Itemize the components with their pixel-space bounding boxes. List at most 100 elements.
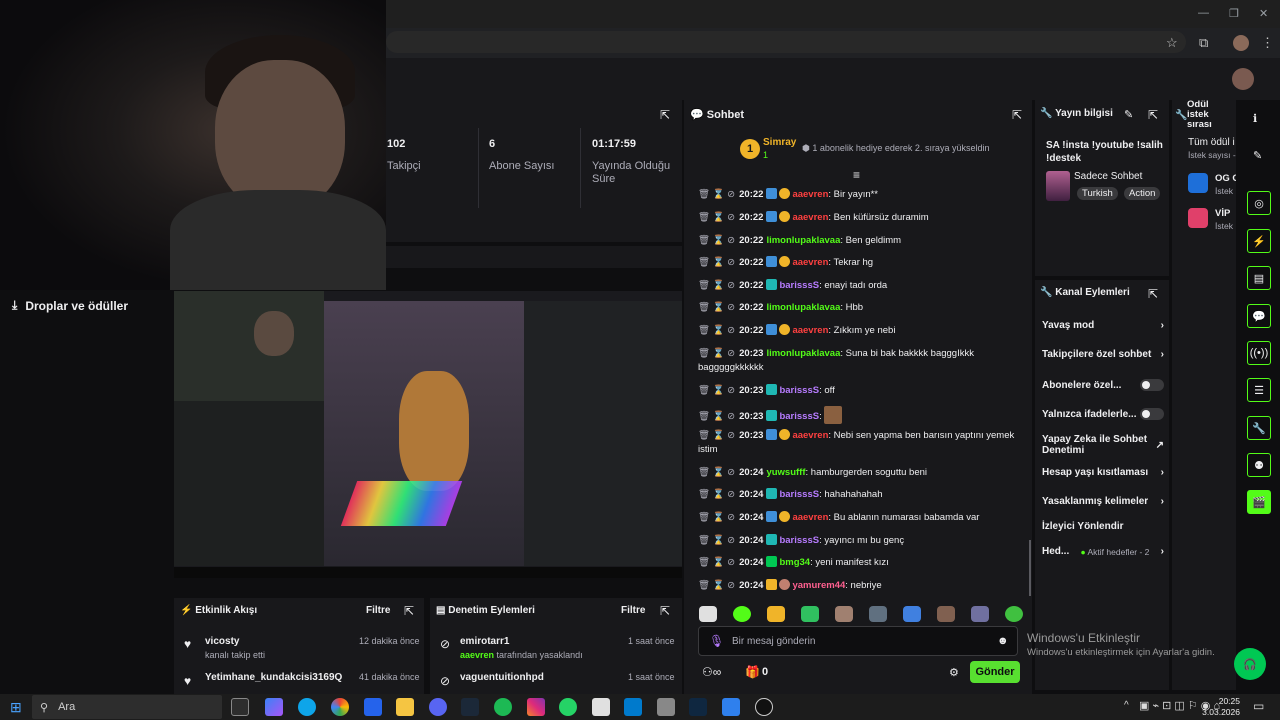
event-user[interactable]: vicosty (205, 636, 239, 647)
chat-message: 🗑 ⌛ ⊘ 20:23 barisssS: off (698, 384, 835, 396)
subs-only-toggle[interactable] (1140, 379, 1164, 391)
chat-scrollbar[interactable] (1029, 540, 1031, 596)
emote-frog-icon[interactable] (801, 606, 819, 622)
obs-icon[interactable] (755, 698, 773, 716)
pencil-icon[interactable]: ✎ (1253, 149, 1262, 162)
moderation-user[interactable]: emirotarr1 (460, 636, 509, 647)
event-user[interactable]: Yetimhane_kundakcisi3169Q (205, 672, 342, 683)
rail-chat-icon[interactable]: 💬 (1247, 304, 1271, 328)
notifications-icon[interactable]: ▭ (1253, 699, 1264, 713)
action-ai-moderation[interactable]: Yapay Zeka ile Sohbet Denetimi ↗ (1042, 434, 1164, 456)
reward-vip-name[interactable]: VİP (1215, 208, 1230, 219)
popout-icon[interactable]: ⇱ (660, 108, 670, 122)
points-infinity-icon[interactable]: ⚇∞ (702, 665, 721, 679)
restore-button[interactable]: ❐ (1229, 7, 1239, 20)
close-window-button[interactable]: ✕ (1259, 7, 1268, 20)
rail-lightning-icon[interactable]: ⚡ (1247, 229, 1271, 253)
copilot-icon[interactable] (265, 698, 283, 716)
drops-rewards-link[interactable]: ⤓ Droplar ve ödüller (12, 298, 128, 313)
reward-vip-icon[interactable] (1188, 208, 1208, 228)
info-icon[interactable]: ℹ (1253, 112, 1257, 125)
emoji-picker-icon[interactable]: ☻ (997, 635, 1009, 647)
spotify-icon[interactable] (494, 698, 512, 716)
event-filter-button[interactable]: Filtre (366, 605, 390, 616)
emotes-only-toggle[interactable] (1140, 408, 1164, 420)
edit-icon[interactable]: ✎ (1124, 108, 1133, 121)
tag-action[interactable]: Action (1124, 187, 1161, 200)
vscode-icon[interactable] (624, 698, 642, 716)
moderation-user[interactable]: vaguentuitionhpd (460, 672, 544, 683)
emote-ghost-icon[interactable] (699, 606, 717, 622)
rail-document-icon[interactable]: ▤ (1247, 266, 1271, 290)
category-name[interactable]: Sadece Sohbet (1074, 171, 1142, 182)
action-goals[interactable]: Hed... ● Aktif hedefler - 2 › (1042, 546, 1164, 557)
chrome-icon[interactable] (331, 698, 349, 716)
discord-icon[interactable] (429, 698, 447, 716)
gift-box-icon[interactable]: 🎁 (745, 665, 760, 679)
emote-man-icon[interactable] (937, 606, 955, 622)
popout-icon[interactable]: ⇱ (1148, 108, 1158, 122)
address-bar[interactable] (386, 31, 1186, 53)
rail-users-icon[interactable]: ⚉ (1247, 453, 1271, 477)
popout-icon[interactable]: ⇱ (1012, 108, 1022, 122)
popout-icon[interactable]: ⇱ (404, 604, 414, 618)
extensions-icon[interactable]: ⧉ (1199, 35, 1208, 51)
moderation-filter-button[interactable]: Filtre (621, 605, 645, 616)
outlook-icon[interactable] (364, 698, 382, 716)
microphone-icon[interactable]: 🎙 (709, 634, 724, 648)
taskbar-search[interactable]: ⚲ Ara (32, 695, 222, 719)
expand-pinned-icon[interactable]: ≡ (853, 168, 860, 182)
rail-broadcast-icon[interactable]: ((•)) (1247, 341, 1271, 365)
action-raid[interactable]: İzleyici Yönlendir (1042, 521, 1164, 532)
webcam-body (170, 190, 386, 290)
instagram-icon[interactable] (527, 698, 545, 716)
windows-start-icon[interactable]: ⊞ (10, 699, 22, 716)
app-blue-icon[interactable] (722, 698, 740, 716)
browser-menu-icon[interactable]: ⋮ (1261, 35, 1274, 51)
rail-layout-icon[interactable]: ☰ (1247, 378, 1271, 402)
action-account-age[interactable]: Hesap yaşı kısıtlaması › (1042, 467, 1164, 478)
profile-avatar[interactable] (1233, 35, 1249, 51)
chevron-right-icon: › (1160, 349, 1164, 360)
edge-icon[interactable] (298, 698, 316, 716)
support-chat-button[interactable]: 🎧 (1234, 648, 1266, 680)
clock[interactable]: 20:25 3.03.2026 (1200, 696, 1240, 718)
pinned-user[interactable]: Simray (763, 137, 796, 148)
category-thumbnail[interactable] (1046, 171, 1070, 201)
emote-smile-icon[interactable] (1005, 606, 1023, 622)
file-explorer-icon[interactable] (396, 698, 414, 716)
chevron-right-icon: › (1160, 496, 1164, 507)
app-a-icon[interactable] (689, 698, 707, 716)
chat-input-box[interactable]: 🎙 Bir mesaj gönderin ☻ (698, 626, 1018, 656)
action-followers-only[interactable]: Takipçilere özel sohbet › (1042, 349, 1164, 360)
whatsapp-icon[interactable] (559, 698, 577, 716)
reward-og-name[interactable]: OG C (1215, 173, 1236, 184)
chat-settings-icon[interactable]: ⚙ (949, 666, 959, 679)
task-view-icon[interactable] (231, 698, 249, 716)
popout-icon[interactable]: ⇱ (660, 604, 670, 618)
action-slow-mode[interactable]: Yavaş mod › (1042, 320, 1164, 331)
emote-person-icon[interactable] (971, 606, 989, 622)
stream-preview[interactable] (174, 291, 682, 578)
steam-icon[interactable] (461, 698, 479, 716)
action-banned-words[interactable]: Yasaklanmış kelimeler › (1042, 496, 1164, 507)
emote-bird-icon[interactable] (869, 606, 887, 622)
preview-keyboard (340, 481, 463, 526)
rail-clapper-icon[interactable]: 🎬 (1247, 490, 1271, 514)
rail-camera-icon[interactable]: ◎ (1247, 191, 1271, 215)
notepad-icon[interactable] (592, 698, 610, 716)
rail-wrench-icon[interactable]: 🔧 (1247, 416, 1271, 440)
reward-og-icon[interactable] (1188, 173, 1208, 193)
emote-cat-icon[interactable] (767, 606, 785, 622)
popout-icon[interactable]: ⇱ (1148, 287, 1158, 301)
tag-turkish[interactable]: Turkish (1077, 187, 1118, 200)
user-avatar[interactable] (1232, 68, 1254, 90)
app-icon[interactable] (657, 698, 675, 716)
minimize-button[interactable]: — (1198, 7, 1209, 19)
send-button[interactable]: Gönder (970, 661, 1020, 683)
emote-face-icon[interactable] (835, 606, 853, 622)
emote-butterfly-icon[interactable] (903, 606, 921, 622)
tray-chevron-icon[interactable]: ^ (1124, 700, 1129, 711)
emote-kick-icon[interactable] (733, 606, 751, 622)
bookmark-star-icon[interactable]: ☆ (1166, 35, 1178, 51)
